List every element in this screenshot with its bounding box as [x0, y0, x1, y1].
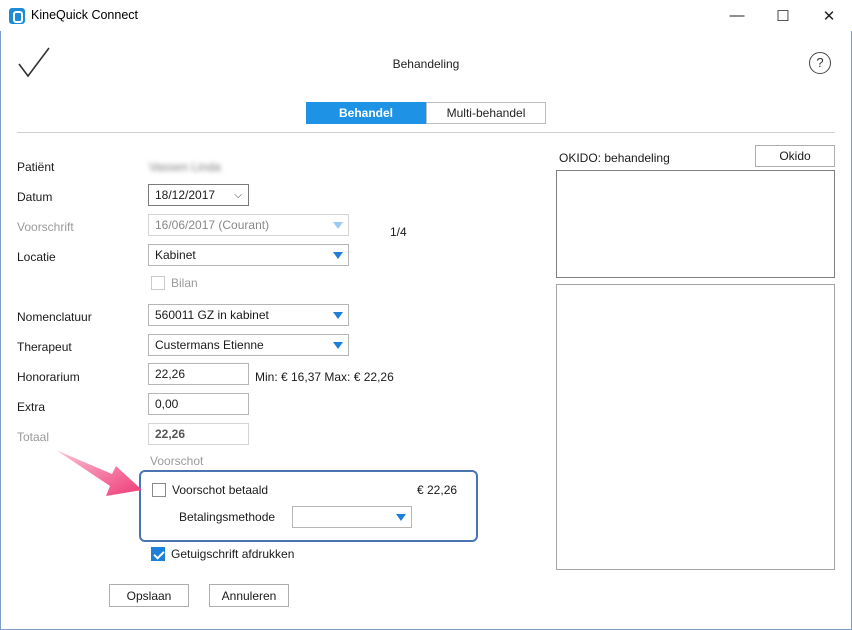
nomenclatuur-select[interactable]: 560011 GZ in kabinet — [148, 304, 349, 326]
dropdown-arrow-icon — [333, 312, 343, 319]
betalingsmethode-select[interactable] — [292, 506, 412, 528]
voorschot-betaald-label: Voorschot betaald — [172, 483, 269, 497]
cancel-button[interactable]: Annuleren — [209, 584, 289, 607]
maximize-button[interactable]: ☐ — [760, 0, 806, 31]
locatie-value: Kabinet — [155, 248, 196, 262]
datum-picker[interactable]: 18/12/2017 ⌵ — [148, 184, 249, 206]
locatie-select[interactable]: Kabinet — [148, 244, 349, 266]
okido-button[interactable]: Okido — [755, 145, 835, 167]
datum-label: Datum — [17, 190, 53, 204]
honorarium-input[interactable]: 22,26 — [148, 363, 249, 385]
divider — [17, 132, 835, 133]
dropdown-arrow-icon — [396, 514, 406, 521]
honorarium-label: Honorarium — [17, 370, 80, 384]
voorschot-betaald-checkbox[interactable] — [152, 483, 166, 497]
app-logo-icon — [9, 8, 25, 24]
close-button[interactable]: ✕ — [806, 0, 852, 31]
extra-label: Extra — [17, 400, 46, 414]
datum-value: 18/12/2017 — [155, 188, 216, 202]
voorschot-amount: € 22,26 — [417, 483, 458, 497]
getuigschrift-checkbox[interactable] — [151, 547, 165, 561]
title-bar: KineQuick Connect — ☐ ✕ — [0, 0, 852, 31]
voorschrift-select[interactable]: 16/06/2017 (Courant) — [148, 214, 349, 236]
pointer-arrow-icon — [56, 450, 142, 496]
dropdown-arrow-icon — [333, 342, 343, 349]
dropdown-arrow-icon — [333, 252, 343, 259]
patient-name: Vassen Linda — [149, 160, 221, 174]
chevron-down-icon: ⌵ — [234, 190, 242, 201]
therapeut-value: Custermans Etienne — [155, 338, 264, 352]
patient-label: Patiënt — [17, 160, 55, 174]
honorarium-range: Min: € 16,37 Max: € 22,26 — [255, 370, 394, 384]
tab-behandel[interactable]: Behandel — [306, 102, 426, 124]
nomenclatuur-label: Nomenclatuur — [17, 310, 92, 324]
totaal-value: 22,26 — [148, 423, 249, 445]
help-icon[interactable]: ? — [809, 52, 831, 74]
voorschrift-value: 16/06/2017 (Courant) — [155, 218, 270, 232]
extra-input[interactable]: 0,00 — [148, 393, 249, 415]
totaal-label: Totaal — [17, 430, 50, 444]
tab-multi-behandel[interactable]: Multi-behandel — [426, 102, 546, 124]
getuigschrift-label: Getuigschrift afdrukken — [171, 547, 295, 561]
save-button[interactable]: Opslaan — [109, 584, 189, 607]
therapeut-select[interactable]: Custermans Etienne — [148, 334, 349, 356]
nomenclatuur-value: 560011 GZ in kabinet — [155, 308, 269, 322]
okido-top-panel — [556, 170, 835, 278]
bilan-checkbox[interactable] — [151, 276, 165, 290]
okido-bottom-panel — [556, 284, 835, 570]
locatie-label: Locatie — [17, 250, 56, 264]
dropdown-arrow-icon — [333, 222, 343, 229]
minimize-button[interactable]: — — [714, 0, 760, 31]
window-title: KineQuick Connect — [31, 8, 139, 22]
voorschot-heading: Voorschot — [150, 454, 204, 468]
okido-title: OKIDO: behandeling — [559, 151, 670, 165]
betalingsmethode-label: Betalingsmethode — [179, 510, 276, 524]
voorschrift-label: Voorschrift — [17, 220, 74, 234]
therapeut-label: Therapeut — [17, 340, 72, 354]
page-title: Behandeling — [392, 57, 460, 71]
voorschrift-count: 1/4 — [390, 225, 407, 239]
bilan-label: Bilan — [171, 276, 198, 290]
